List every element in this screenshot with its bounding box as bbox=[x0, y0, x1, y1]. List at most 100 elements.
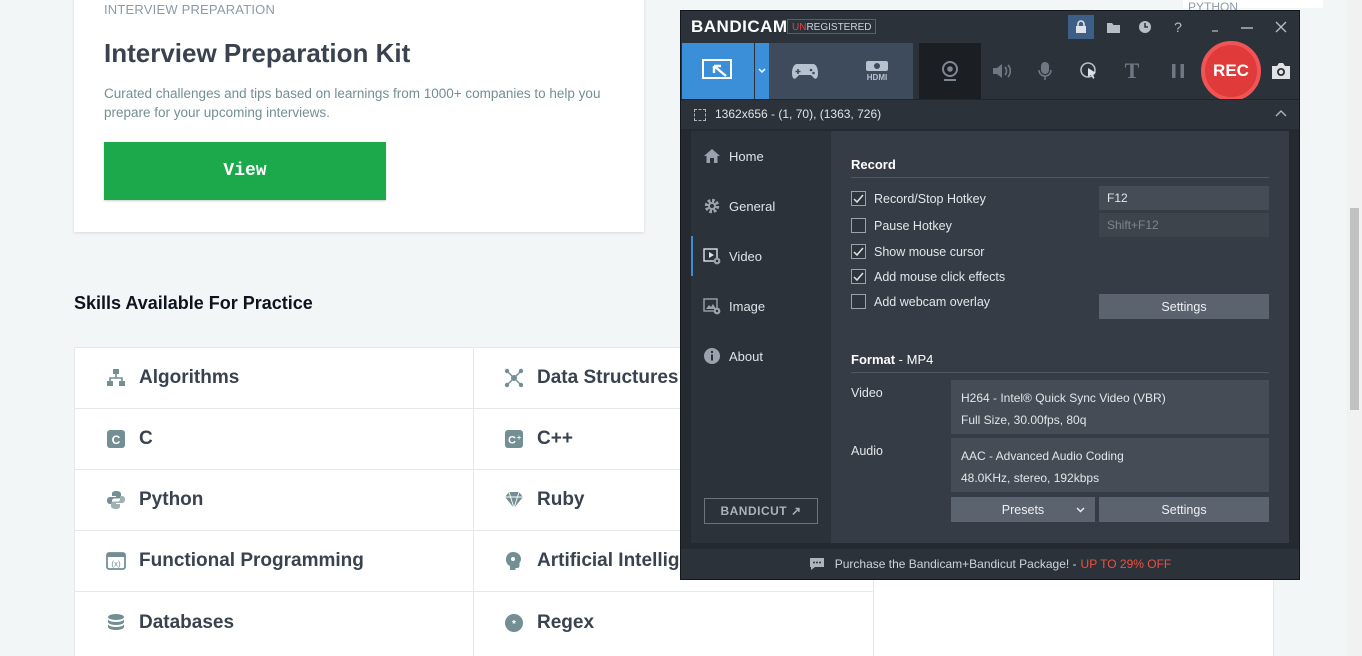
bandicam-window: BANDICAM UNREGISTERED ? HDMI T REC 1362x… bbox=[680, 10, 1300, 580]
promo-discount[interactable]: UP TO 29% OFF bbox=[1081, 557, 1172, 571]
skill-algorithms[interactable]: Algorithms bbox=[75, 348, 473, 409]
pause-hotkey-field[interactable] bbox=[1099, 213, 1269, 237]
svg-text:*: * bbox=[512, 619, 516, 630]
mouse-click-effects-option[interactable]: Add mouse click effects bbox=[851, 269, 1005, 284]
device-record-mode-button[interactable]: HDMI bbox=[841, 43, 913, 99]
clock-icon[interactable] bbox=[1132, 15, 1158, 39]
nav-home[interactable]: Home bbox=[691, 136, 831, 176]
hdmi-label: HDMI bbox=[866, 73, 888, 82]
kit-title: Interview Preparation Kit bbox=[104, 38, 411, 68]
page-scrollbar[interactable] bbox=[1347, 0, 1362, 656]
minimize-icon[interactable] bbox=[1202, 15, 1228, 39]
bandicam-logo: BANDICAM bbox=[691, 17, 788, 36]
skill-label: Databases bbox=[139, 611, 235, 633]
resolution-text: 1362x656 - (1, 70), (1363, 726) bbox=[715, 107, 882, 121]
microphone-icon bbox=[1038, 62, 1052, 80]
nav-label: Image bbox=[729, 298, 766, 314]
nav-label: Home bbox=[729, 148, 764, 164]
mode-dropdown-button[interactable] bbox=[755, 43, 769, 99]
folder-icon[interactable] bbox=[1100, 15, 1126, 39]
checkbox-checked[interactable] bbox=[851, 244, 866, 259]
skill-python[interactable]: Python bbox=[75, 470, 473, 531]
bandicam-toolbar: HDMI T REC bbox=[681, 41, 1299, 101]
svg-text:C: C bbox=[508, 435, 516, 447]
skill-c[interactable]: C C bbox=[75, 409, 473, 470]
ai-icon bbox=[503, 550, 525, 572]
video-params-text: Full Size, 30.00fps, 80q bbox=[961, 413, 1087, 427]
speaker-button[interactable] bbox=[981, 43, 1023, 99]
nav-about[interactable]: About bbox=[691, 336, 831, 376]
interview-kit-card: INTERVIEW PREPARATION Interview Preparat… bbox=[74, 0, 644, 232]
checkbox-checked[interactable] bbox=[851, 191, 866, 206]
option-label: Record/Stop Hotkey bbox=[874, 191, 986, 206]
skill-label: C bbox=[139, 428, 153, 449]
bandicam-titlebar[interactable]: BANDICAM UNREGISTERED ? bbox=[681, 11, 1299, 43]
restore-icon[interactable] bbox=[1234, 15, 1260, 39]
lock-icon[interactable] bbox=[1068, 15, 1094, 39]
webcam-button[interactable] bbox=[919, 43, 981, 99]
video-format-label: Video bbox=[851, 386, 883, 400]
data-structures-icon bbox=[503, 367, 525, 389]
skill-regex[interactable]: * Regex bbox=[473, 592, 873, 653]
svg-text:(x): (x) bbox=[111, 560, 121, 569]
screen-record-mode-button[interactable] bbox=[682, 43, 754, 99]
game-record-mode-button[interactable] bbox=[769, 43, 841, 99]
page-scroll-thumb[interactable] bbox=[1350, 208, 1359, 410]
svg-text:C: C bbox=[112, 433, 121, 447]
webcam-overlay-option[interactable]: Add webcam overlay bbox=[851, 294, 990, 309]
video-codec-text: H264 - Intel® Quick Sync Video (VBR) bbox=[961, 391, 1166, 405]
skill-label: C++ bbox=[537, 428, 573, 449]
skill-label: Python bbox=[139, 489, 204, 510]
show-mouse-cursor-option[interactable]: Show mouse cursor bbox=[851, 244, 984, 259]
format-settings-button[interactable]: Settings bbox=[1099, 497, 1269, 522]
presets-button[interactable]: Presets bbox=[951, 497, 1095, 522]
chevron-up-icon[interactable] bbox=[1275, 106, 1287, 120]
nav-image[interactable]: Image bbox=[691, 286, 831, 326]
close-icon[interactable] bbox=[1268, 15, 1294, 39]
pause-button[interactable] bbox=[1157, 43, 1199, 99]
video-settings-icon bbox=[703, 247, 721, 265]
chevron-down-icon bbox=[1076, 507, 1085, 513]
algorithms-icon bbox=[105, 367, 127, 389]
help-icon[interactable]: ? bbox=[1165, 15, 1191, 39]
bandicut-button[interactable]: BANDICUT ↗ bbox=[704, 498, 818, 524]
info-icon bbox=[703, 347, 721, 365]
c-icon: C bbox=[105, 428, 127, 450]
section-divider bbox=[851, 372, 1269, 373]
checkbox-checked[interactable] bbox=[851, 269, 866, 284]
microphone-button[interactable] bbox=[1024, 43, 1066, 99]
nav-general[interactable]: General bbox=[691, 186, 831, 226]
ruby-icon bbox=[503, 489, 525, 511]
text-tool-button[interactable]: T bbox=[1111, 43, 1153, 99]
skill-databases[interactable]: Databases bbox=[75, 592, 473, 653]
audio-format-box[interactable]: AAC - Advanced Audio Coding 48.0KHz, ste… bbox=[951, 438, 1269, 492]
database-icon bbox=[105, 612, 127, 634]
promo-footer[interactable]: Purchase the Bandicam+Bandicut Package! … bbox=[681, 549, 1299, 579]
video-format-box[interactable]: H264 - Intel® Quick Sync Video (VBR) Ful… bbox=[951, 380, 1269, 434]
nav-label: General bbox=[729, 198, 776, 214]
audio-params-text: 48.0KHz, stereo, 192kbps bbox=[961, 471, 1100, 485]
view-button[interactable]: View bbox=[104, 142, 386, 200]
kit-eyebrow: INTERVIEW PREPARATION bbox=[104, 2, 276, 17]
mouse-effects-button[interactable] bbox=[1068, 43, 1110, 99]
option-label: Pause Hotkey bbox=[874, 218, 952, 233]
pause-hotkey-option[interactable]: Pause Hotkey bbox=[851, 218, 952, 233]
gamepad-icon bbox=[792, 64, 818, 79]
record-hotkey-field[interactable] bbox=[1099, 186, 1269, 210]
hdmi-device-icon bbox=[866, 61, 888, 71]
unregistered-badge[interactable]: UNREGISTERED bbox=[787, 19, 877, 34]
kit-description: Curated challenges and tips based on lea… bbox=[104, 86, 601, 120]
record-stop-hotkey-option[interactable]: Record/Stop Hotkey bbox=[851, 191, 986, 206]
screenshot-button[interactable] bbox=[1263, 43, 1299, 99]
audio-format-label: Audio bbox=[851, 444, 883, 458]
checkbox-unchecked[interactable] bbox=[851, 218, 866, 233]
home-icon bbox=[703, 147, 721, 165]
regex-icon: * bbox=[503, 612, 525, 634]
nav-video[interactable]: Video bbox=[691, 236, 831, 276]
image-settings-icon bbox=[703, 297, 721, 315]
record-settings-button[interactable]: Settings bbox=[1099, 294, 1269, 319]
rec-button[interactable]: REC bbox=[1201, 41, 1261, 101]
skill-functional-programming[interactable]: (x) Functional Programming bbox=[75, 531, 473, 592]
checkbox-unchecked[interactable] bbox=[851, 294, 866, 309]
skills-heading: Skills Available For Practice bbox=[74, 293, 313, 313]
